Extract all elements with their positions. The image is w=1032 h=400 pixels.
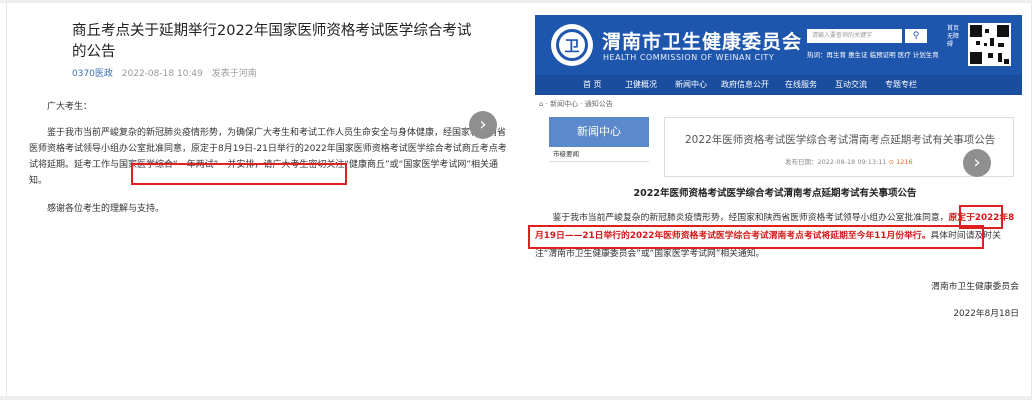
nav-item-interaction[interactable]: 互动交流 xyxy=(835,75,867,95)
next-arrow-icon[interactable]: › xyxy=(469,111,497,139)
news-sidebar-item[interactable]: 市级要闻 xyxy=(549,147,649,162)
left-article-meta: 0370医政 2022-08-18 10:49 发表于河南 xyxy=(72,66,257,79)
left-article-panel: 商丘考点关于延期举行2022年国家医师资格考试医学综合考试的公告 0370医政 … xyxy=(6,3,520,396)
publish-date: 2022-08-18 10:49 xyxy=(121,69,203,79)
hot-words[interactable]: 热词：再生育 惠生证 临预证明 医疗 计划生育 xyxy=(807,49,939,59)
bottom-border xyxy=(0,396,1032,400)
greeting: 广大考生： xyxy=(47,102,93,112)
next-arrow-icon[interactable]: › xyxy=(963,149,991,177)
qr-code-icon xyxy=(968,23,1011,66)
search-input[interactable]: 请输入要查询的关键字 xyxy=(807,29,902,43)
site-logo-icon: 卫 xyxy=(551,24,593,66)
search-icon[interactable]: ⚲ xyxy=(905,29,927,43)
nav-item-home[interactable]: 首 页 xyxy=(583,75,602,95)
left-paragraph-2: 感谢各位考生的理解与支持。 xyxy=(47,204,165,214)
news-title-box: 2022年医师资格考试医学综合考试渭南考点延期考试有关事项公告 发布日期：202… xyxy=(664,117,1014,177)
right-article-panel: 卫 渭南市卫生健康委员会 HEALTH COMMISSION OF WEINAN… xyxy=(519,3,1032,396)
news-sidebar: 新闻中心 市级要闻 xyxy=(549,117,649,165)
breadcrumb[interactable]: ⌂ · 新闻中心 · 通知公告 xyxy=(539,99,613,109)
signature: 渭南市卫生健康委员会 xyxy=(931,282,1019,292)
news-views: ⊙ 1216 xyxy=(888,158,913,166)
site-name: 渭南市卫生健康委员会 xyxy=(602,31,803,53)
nav-item-online-service[interactable]: 在线服务 xyxy=(785,75,817,95)
news-title: 2022年医师资格考试医学综合考试渭南考点延期考试有关事项公告 xyxy=(685,134,996,146)
signature-date: 2022年8月18日 xyxy=(953,309,1019,319)
right-highlight-box-2 xyxy=(528,225,984,249)
nav-item-gov-info[interactable]: 政府信息公开 xyxy=(721,75,769,95)
news-sidebar-head[interactable]: 新闻中心 xyxy=(549,117,649,147)
nav-item-special[interactable]: 专题专栏 xyxy=(885,75,917,95)
header-side-links[interactable]: 首页 无障碍 xyxy=(947,25,961,49)
site-header: 卫 渭南市卫生健康委员会 HEALTH COMMISSION OF WEINAN… xyxy=(535,15,1022,75)
site-nav: 首 页 卫健概况 新闻中心 政府信息公开 在线服务 互动交流 专题专栏 xyxy=(535,75,1022,95)
author-link[interactable]: 0370医政 xyxy=(72,69,113,79)
nav-item-news[interactable]: 新闻中心 xyxy=(675,75,707,95)
body-text-start: 鉴于我市当前严峻复杂的新冠肺炎疫情形势，经国家和陕西省医师资格考试领导小组办公室… xyxy=(552,213,949,223)
left-highlight-box xyxy=(131,163,347,185)
right-article-heading: 2022年医师资格考试医学综合考试渭南考点延期考试有关事项公告 xyxy=(633,188,917,199)
publish-location: 发表于河南 xyxy=(211,69,257,79)
left-article-title: 商丘考点关于延期举行2022年国家医师资格考试医学综合考试的公告 xyxy=(72,23,472,60)
news-meta: 发布日期：2022-08-18 09:13:11 ⊙ 1216 xyxy=(785,156,913,166)
nav-item-overview[interactable]: 卫健概况 xyxy=(625,75,657,95)
site-english-name: HEALTH COMMISSION OF WEINAN CITY xyxy=(603,53,775,62)
news-date: 发布日期：2022-08-18 09:13:11 xyxy=(785,158,887,166)
